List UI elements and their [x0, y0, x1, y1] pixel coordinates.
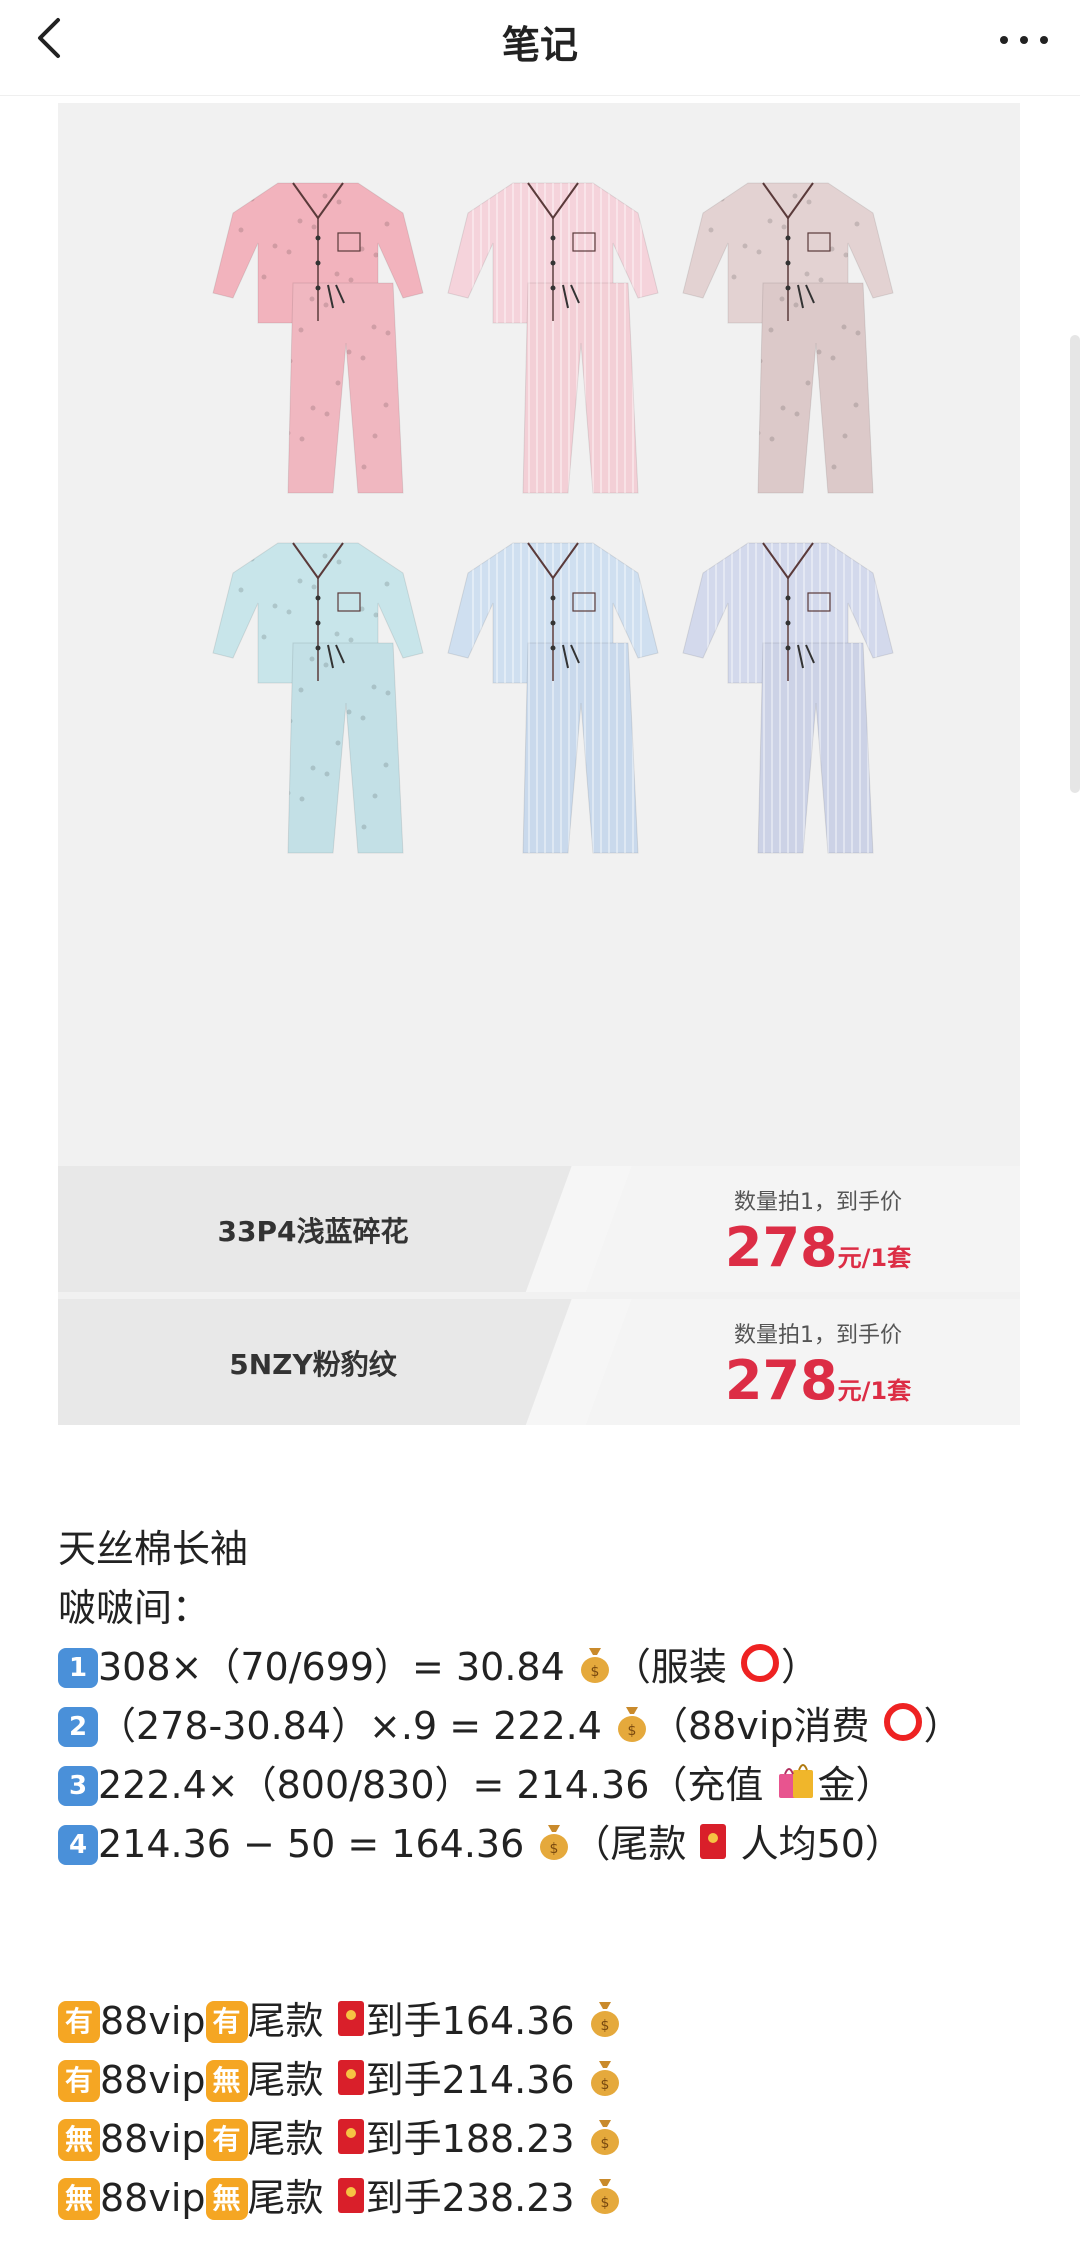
- pants: [287, 282, 404, 494]
- svg-text:$: $: [600, 2077, 609, 2093]
- pajama-grid: [58, 103, 1020, 1159]
- not-have-tag-icon: 無: [205, 2060, 248, 2102]
- svg-text:$: $: [550, 1841, 559, 1857]
- price-value: 278: [724, 1349, 838, 1412]
- page-title: 笔记: [501, 23, 578, 67]
- money-bag-icon: $: [590, 2061, 619, 2096]
- pants: [522, 642, 639, 854]
- red-envelope-icon: [337, 2060, 364, 2095]
- not-have-tag-icon: 無: [205, 2178, 248, 2220]
- money-bag-icon: $: [590, 2002, 619, 2037]
- red-envelope-icon: [337, 2001, 364, 2036]
- svg-text:$: $: [600, 2136, 609, 2152]
- calc-step: 2 （278-30.84）×.9 = 222.4 $ （88vip消费 ）: [58, 1697, 1038, 1756]
- quantity-note: 数量拍1，到手价: [734, 1190, 902, 1215]
- top-navigation-bar: 笔记: [0, 0, 1080, 96]
- have-tag-icon: 有: [58, 2001, 100, 2043]
- pajama-set-image: [682, 542, 894, 854]
- pants: [287, 642, 404, 854]
- red-circle-icon: [883, 1703, 922, 1741]
- price-unit: 元/1套: [837, 1244, 912, 1272]
- red-circle-icon: [740, 1644, 779, 1682]
- svg-text:$: $: [590, 1664, 599, 1680]
- shopping-bags-icon: [779, 1764, 814, 1798]
- combo-line: 有 88vip 有尾款 到手164.36 $: [58, 1992, 1038, 2051]
- keycap-four-icon: 4: [58, 1825, 98, 1865]
- red-envelope-icon: [700, 1824, 727, 1859]
- scrollbar-thumb[interactable]: [1070, 335, 1080, 793]
- calc-step: 4 214.36 − 50 = 164.36 $ （尾款 人均50）: [58, 1815, 1038, 1874]
- money-bag-icon: $: [540, 1825, 569, 1860]
- note-body: 天丝棉长袖 啵啵间： 1 308×（70/699）= 30.84 $ （服装 ） 2…: [58, 1520, 1038, 2228]
- svg-text:$: $: [628, 1723, 637, 1739]
- price: 278元/1套: [618, 1216, 1018, 1279]
- product-name: 5NZY粉豹纹: [229, 1348, 397, 1381]
- pajama-set-image: [212, 542, 424, 854]
- red-envelope-icon: [337, 2178, 364, 2213]
- combo-line: 無 88vip 無尾款 到手238.23 $: [58, 2169, 1038, 2228]
- money-bag-icon: $: [580, 1648, 609, 1683]
- pajama-set-image: [682, 182, 894, 494]
- note-subtitle: 啵啵间：: [58, 1586, 211, 1630]
- calc-step: 3 222.4×（800/830）= 214.36（充值 金）: [58, 1756, 1038, 1815]
- pajama-set-image: [212, 182, 424, 494]
- pajama-set-image: [447, 182, 659, 494]
- have-tag-icon: 有: [205, 2001, 248, 2043]
- pants: [522, 282, 639, 494]
- keycap-one-icon: 1: [58, 1648, 98, 1688]
- combo-line: 無 88vip 有尾款 到手188.23 $: [58, 2110, 1038, 2169]
- note-title: 天丝棉长袖: [58, 1527, 249, 1571]
- money-bag-icon: $: [590, 2179, 619, 2214]
- pants: [757, 282, 874, 494]
- svg-text:$: $: [600, 2018, 609, 2034]
- have-tag-icon: 有: [205, 2119, 248, 2161]
- combo-line: 有 88vip 無尾款 到手214.36 $: [58, 2051, 1038, 2110]
- keycap-three-icon: 3: [58, 1766, 98, 1806]
- quantity-note: 数量拍1，到手价: [734, 1323, 902, 1348]
- keycap-two-icon: 2: [58, 1707, 98, 1747]
- product-image[interactable]: 33P4浅蓝碎花 数量拍1，到手价 278元/1套 5NZY粉豹纹 数量拍1，到…: [58, 103, 1020, 1425]
- not-have-tag-icon: 無: [58, 2178, 100, 2220]
- svg-text:$: $: [600, 2195, 609, 2211]
- more-options-icon[interactable]: [994, 22, 1054, 58]
- money-bag-icon: $: [618, 1707, 647, 1742]
- product-name: 33P4浅蓝碎花: [217, 1215, 409, 1248]
- price-value: 278: [724, 1216, 838, 1279]
- have-tag-icon: 有: [58, 2060, 100, 2102]
- price: 278元/1套: [618, 1349, 1018, 1412]
- red-envelope-icon: [337, 2119, 364, 2154]
- price-row: 5NZY粉豹纹 数量拍1，到手价 278元/1套: [58, 1299, 1020, 1425]
- price-row: 33P4浅蓝碎花 数量拍1，到手价 278元/1套: [58, 1166, 1020, 1292]
- money-bag-icon: $: [590, 2120, 619, 2155]
- pants: [757, 642, 874, 854]
- not-have-tag-icon: 無: [58, 2119, 100, 2161]
- pajama-set-image: [447, 542, 659, 854]
- calc-step: 1 308×（70/699）= 30.84 $ （服装 ）: [58, 1638, 1038, 1697]
- price-unit: 元/1套: [837, 1377, 912, 1405]
